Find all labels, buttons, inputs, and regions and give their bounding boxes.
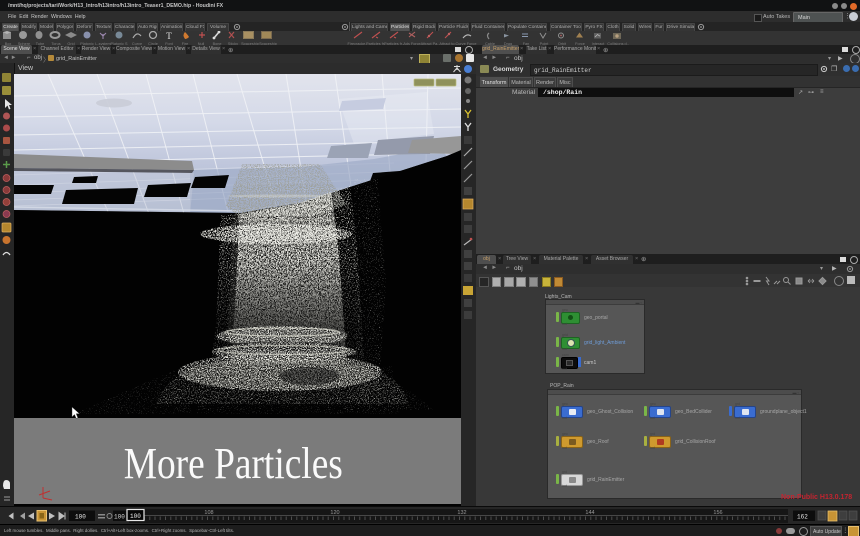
svg-text:120: 120 [330, 510, 339, 516]
svg-text:100: 100 [114, 514, 125, 521]
svg-text:More Particles: More Particles [124, 439, 343, 487]
svg-text:132: 132 [457, 510, 466, 516]
svg-text:100: 100 [75, 514, 86, 521]
svg-text:144: 144 [585, 510, 594, 516]
svg-text:162: 162 [797, 514, 808, 521]
svg-text:100: 100 [130, 513, 141, 520]
svg-text:156: 156 [713, 510, 722, 516]
svg-text:108: 108 [204, 510, 213, 516]
